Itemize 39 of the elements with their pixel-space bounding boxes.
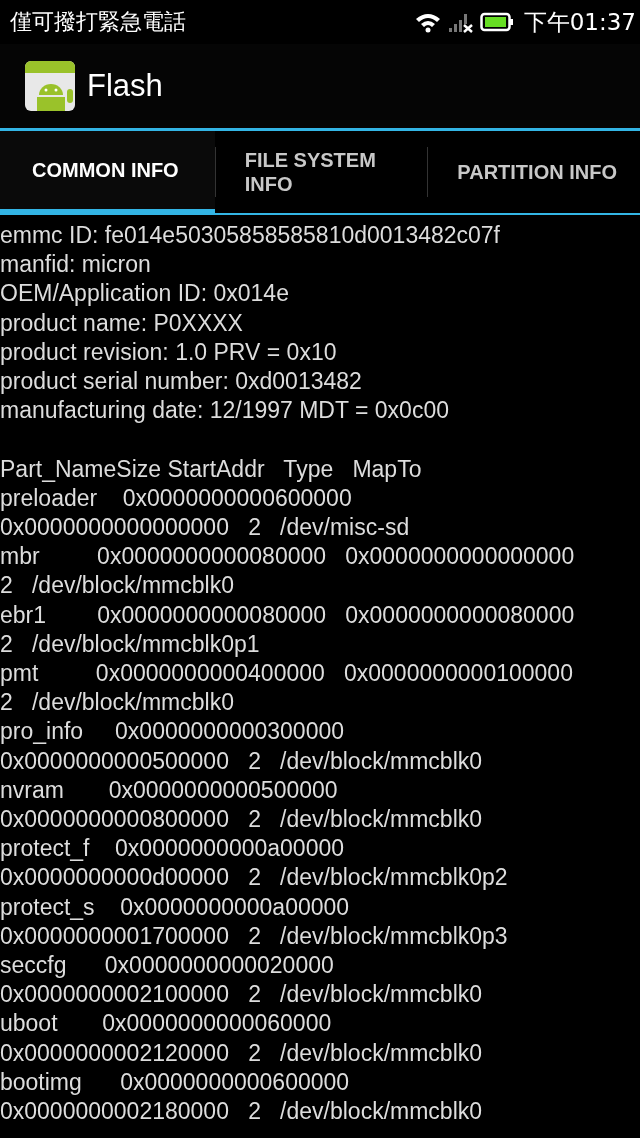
partition-line: 0x0000000000500000 2 /dev/block/mmcblk0 <box>0 746 484 776</box>
tab[interactable]: PARTITION INFO <box>427 131 640 215</box>
partition-line: nvram 0x0000000000500000 <box>0 775 339 805</box>
info-line: product serial number: 0xd0013482 <box>0 367 363 396</box>
partition-line: protect_f 0x0000000000a00000 <box>0 834 345 864</box>
partition-line: 0x0000000000d00000 2 /dev/block/mmcblk0p2 <box>0 863 509 893</box>
clock-text: 下午01:37 <box>523 7 636 37</box>
partition-line: protect_s 0x0000000000a00000 <box>0 892 351 922</box>
partition-line: Part_NameSize StartAddr Type MapTo <box>0 454 423 484</box>
no-signal-icon <box>447 11 474 33</box>
partition-line: 0x0000000002120000 2 /dev/block/mmcblk0 <box>0 1038 484 1068</box>
battery-icon <box>479 12 514 32</box>
partition-line: bootimg 0x0000000000600000 <box>0 1067 351 1097</box>
partition-line: 0x0000000002100000 2 /dev/block/mmcblk0 <box>0 980 484 1010</box>
tab[interactable]: COMMON INFO <box>0 131 215 215</box>
app-title: Flash <box>87 68 163 104</box>
partition-line: 2 /dev/block/mmcblk0p1 <box>0 629 261 659</box>
partition-line: 0x0000000000000000 2 /dev/misc-sd <box>0 513 411 542</box>
partition-line: pro_info 0x0000000000300000 <box>0 717 346 747</box>
partition-line: 2 /dev/block/mmcblk0 <box>0 571 235 601</box>
partition-line: preloader 0x0000000000600000 <box>0 483 353 513</box>
info-line: product revision: 1.0 PRV = 0x10 <box>0 337 338 367</box>
info-line: OEM/Application ID: 0x014e <box>0 279 290 309</box>
carrier-text: 僅可撥打緊急電話 <box>10 8 186 36</box>
tab[interactable]: FILE SYSTEM INFO <box>214 131 428 215</box>
partition-line: ebr1 0x0000000000080000 0x0000000000080000 <box>0 600 576 630</box>
partition-line: uboot 0x0000000000060000 <box>0 1009 333 1039</box>
partition-line: 0x0000000001700000 2 /dev/block/mmcblk0p3 <box>0 921 509 951</box>
partition-line: 0x0000000002180000 2 /dev/block/mmcblk0 <box>0 1097 484 1127</box>
partition-line: mbr 0x0000000000080000 0x0000000000000000 <box>0 542 576 572</box>
partition-line: 2 /dev/block/mmcblk0 <box>0 688 235 718</box>
info-line: product name: P0XXXX <box>0 308 244 338</box>
info-line: manufacturing date: 12/1997 MDT = 0x0c00 <box>0 396 450 426</box>
partition-line: pmt 0x0000000000400000 0x0000000000100000 <box>0 659 574 689</box>
info-line: manfid: micron <box>0 250 152 280</box>
partition-line: 0x0000000000800000 2 /dev/block/mmcblk0 <box>0 805 484 835</box>
android-app-icon <box>25 61 75 111</box>
partition-line: seccfg 0x0000000000020000 <box>0 951 335 981</box>
info-line: emmc ID: fe014e50305858585810d0013482c07f <box>0 221 501 250</box>
